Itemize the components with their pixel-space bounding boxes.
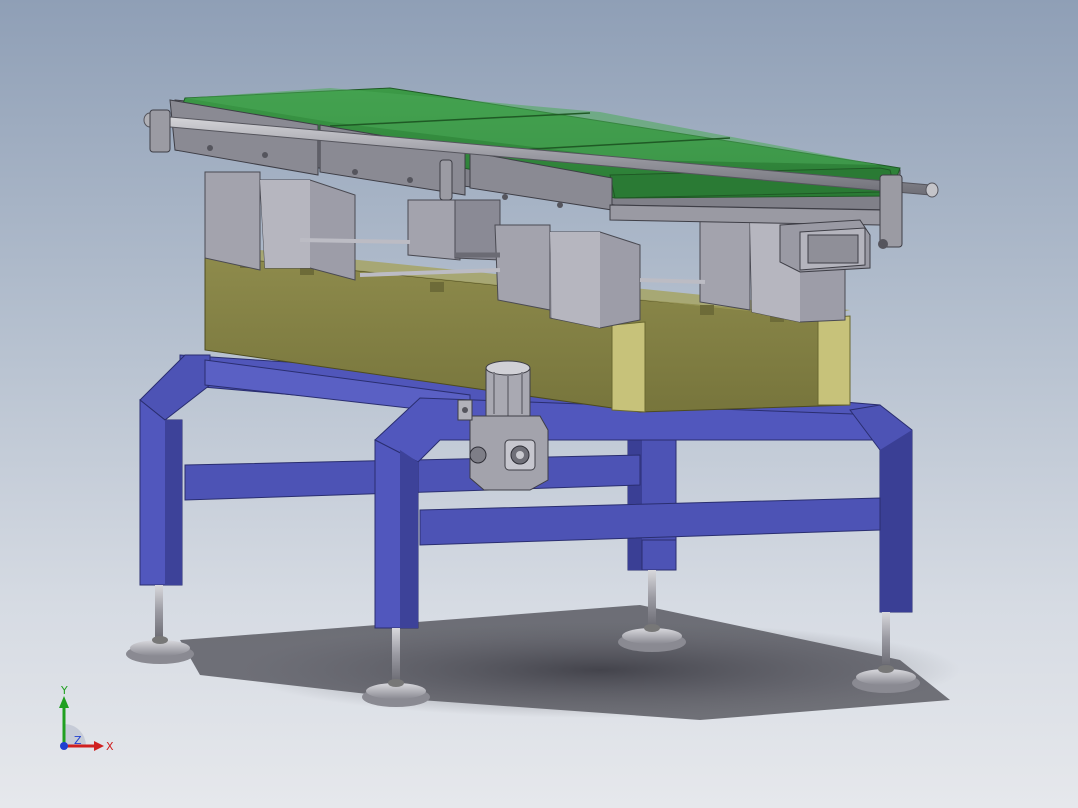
foot-back-left bbox=[126, 585, 194, 664]
y-axis-arrow bbox=[59, 696, 69, 708]
cad-viewport[interactable]: Y X Z bbox=[0, 0, 1078, 808]
orientation-triad[interactable]: Y X Z bbox=[50, 684, 120, 754]
floor-shadow bbox=[180, 605, 960, 720]
z-axis-dot bbox=[60, 742, 68, 750]
x-axis-label: X bbox=[106, 740, 114, 753]
y-axis-label: Y bbox=[60, 684, 68, 697]
conveyor-assembly-model[interactable] bbox=[0, 0, 1078, 808]
conveyor-drive-motor[interactable] bbox=[779, 219, 888, 273]
z-axis-label: Z bbox=[74, 734, 82, 747]
x-axis-arrow bbox=[94, 741, 104, 751]
